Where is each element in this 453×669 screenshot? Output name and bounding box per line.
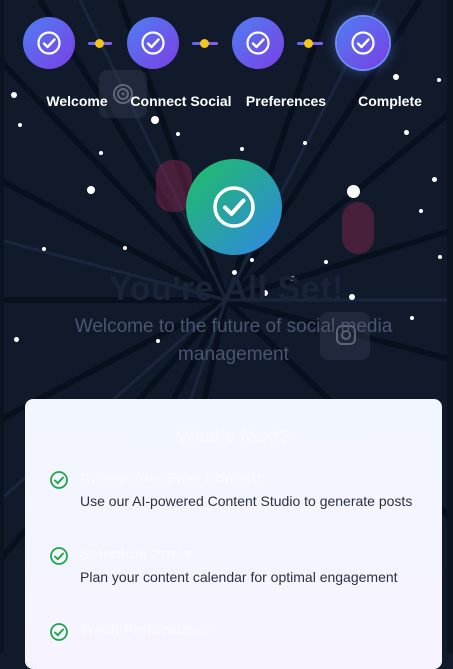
star (176, 132, 180, 136)
step-connector-dot (304, 39, 313, 48)
step-connector-dot (95, 39, 104, 48)
decor-pill (342, 202, 374, 254)
step-label-complete: Complete (358, 93, 422, 109)
step-connector-dot (200, 39, 209, 48)
step-connect-social[interactable] (127, 17, 179, 69)
next-step-title: Schedule Posts (80, 546, 192, 563)
success-badge (186, 159, 282, 255)
next-step-title: Track Performance (80, 622, 216, 639)
check-circle-icon (37, 31, 61, 55)
star (419, 209, 423, 213)
star (240, 147, 244, 151)
check-circle-icon (141, 31, 165, 55)
step-label-connect-social: Connect Social (130, 93, 232, 109)
star (123, 246, 127, 250)
check-circle-icon (50, 623, 68, 641)
star (87, 186, 95, 194)
next-step-description: Plan your content calendar for optimal e… (80, 569, 398, 585)
check-circle-icon (50, 471, 68, 489)
step-preferences[interactable] (232, 17, 284, 69)
card-title: What's Next? (176, 426, 291, 446)
step-welcome[interactable] (23, 17, 75, 69)
star (14, 337, 19, 342)
step-label-preferences: Preferences (245, 93, 327, 109)
star (347, 185, 360, 198)
next-step-description: Use our AI-powered Content Studio to gen… (80, 493, 413, 509)
star (303, 141, 307, 145)
star (438, 255, 442, 259)
step-label-welcome: Welcome (46, 93, 108, 109)
check-circle-icon (213, 186, 255, 228)
check-circle-icon (50, 547, 68, 565)
page-subtitle: Welcome to the future of social media ma… (74, 316, 393, 365)
onboarding-stepper: Welcome Connect Social Preferences Compl… (0, 0, 453, 120)
star (404, 130, 409, 135)
star (432, 177, 437, 182)
check-circle-icon (246, 31, 270, 55)
star (250, 258, 254, 262)
star (18, 123, 22, 127)
page-title: You're All Set! (109, 270, 344, 308)
star (42, 247, 46, 251)
next-step-title: Create Your First Content (80, 470, 262, 487)
check-circle-icon (351, 31, 375, 55)
star (99, 151, 103, 155)
whats-next-card: What's Next? Create Your First Content U… (25, 399, 442, 669)
step-complete[interactable] (337, 17, 389, 69)
star (324, 260, 328, 264)
